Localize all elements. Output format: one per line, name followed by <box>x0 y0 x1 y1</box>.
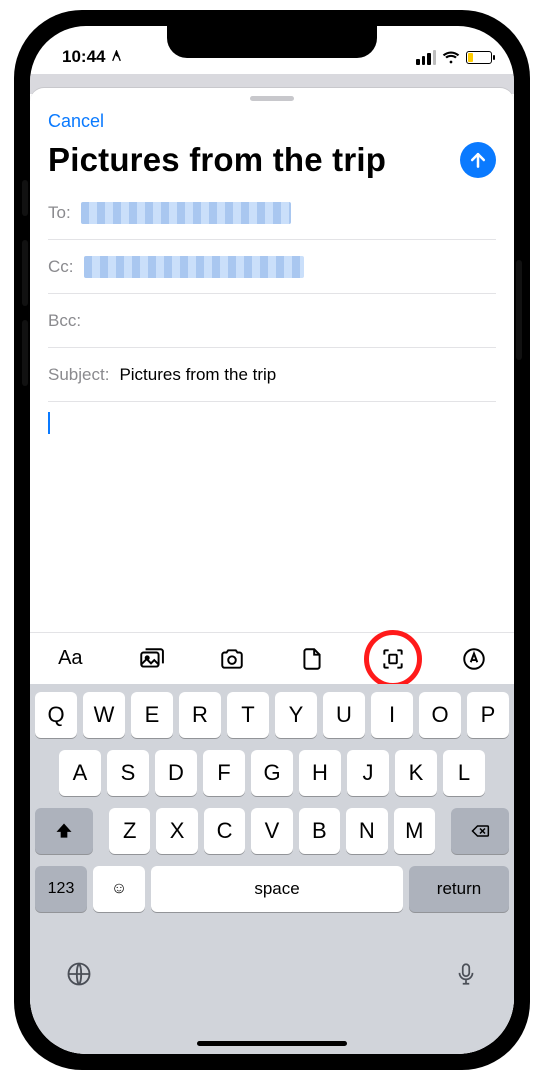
compose-title: Pictures from the trip <box>48 142 450 178</box>
key-h[interactable]: H <box>299 750 341 796</box>
shift-key[interactable] <box>35 808 93 854</box>
markup-button[interactable] <box>451 636 497 682</box>
return-key[interactable]: return <box>409 866 509 912</box>
compose-sheet: Cancel Pictures from the trip To: Cc: <box>30 88 514 1054</box>
cc-value-redacted <box>84 256 304 278</box>
key-e[interactable]: E <box>131 692 173 738</box>
subject-field[interactable]: Subject: Pictures from the trip <box>48 348 496 402</box>
keyboard: QWERTYUIOP ASDFGHJKL ZXCVBNM 123 ☺ <box>30 684 514 1054</box>
to-value-redacted <box>81 202 291 224</box>
key-x[interactable]: X <box>156 808 197 854</box>
key-z[interactable]: Z <box>109 808 150 854</box>
dictation-icon[interactable] <box>453 961 479 987</box>
scan-document-button[interactable] <box>370 636 416 682</box>
phone-frame: 10:44 Cancel Pictures from the trip <box>14 10 530 1070</box>
cancel-button[interactable]: Cancel <box>48 111 104 132</box>
key-k[interactable]: K <box>395 750 437 796</box>
attach-file-button[interactable] <box>289 636 335 682</box>
key-m[interactable]: M <box>394 808 435 854</box>
battery-icon <box>466 51 492 64</box>
key-p[interactable]: P <box>467 692 509 738</box>
sheet-grabber[interactable] <box>250 96 294 101</box>
to-field[interactable]: To: <box>48 186 496 240</box>
key-g[interactable]: G <box>251 750 293 796</box>
status-time: 10:44 <box>62 47 123 67</box>
shift-icon <box>54 821 74 841</box>
cc-label: Cc: <box>48 257 74 277</box>
arrow-up-icon <box>468 150 488 170</box>
key-r[interactable]: R <box>179 692 221 738</box>
send-button[interactable] <box>460 142 496 178</box>
key-y[interactable]: Y <box>275 692 317 738</box>
text-cursor <box>48 412 50 434</box>
volume-up <box>22 240 28 306</box>
subject-label: Subject: <box>48 365 109 385</box>
cell-signal-icon <box>416 50 436 65</box>
bcc-field[interactable]: Bcc: <box>48 294 496 348</box>
key-l[interactable]: L <box>443 750 485 796</box>
mute-switch <box>22 180 28 216</box>
key-t[interactable]: T <box>227 692 269 738</box>
format-toolbar: Aa <box>30 632 514 684</box>
to-label: To: <box>48 203 71 223</box>
key-a[interactable]: A <box>59 750 101 796</box>
emoji-key[interactable]: ☺ <box>93 866 145 912</box>
globe-icon[interactable] <box>65 960 93 988</box>
volume-down <box>22 320 28 386</box>
wifi-icon <box>442 48 460 66</box>
camera-button[interactable] <box>209 636 255 682</box>
notch <box>167 26 377 58</box>
key-w[interactable]: W <box>83 692 125 738</box>
key-s[interactable]: S <box>107 750 149 796</box>
key-n[interactable]: N <box>346 808 387 854</box>
key-b[interactable]: B <box>299 808 340 854</box>
key-v[interactable]: V <box>251 808 292 854</box>
backspace-key[interactable] <box>451 808 509 854</box>
key-o[interactable]: O <box>419 692 461 738</box>
home-indicator[interactable] <box>197 1041 347 1046</box>
power-button <box>516 260 522 360</box>
space-key[interactable]: space <box>151 866 403 912</box>
key-f[interactable]: F <box>203 750 245 796</box>
bcc-label: Bcc: <box>48 311 81 331</box>
photo-library-button[interactable] <box>128 636 174 682</box>
cc-field[interactable]: Cc: <box>48 240 496 294</box>
backspace-icon <box>468 821 492 841</box>
key-c[interactable]: C <box>204 808 245 854</box>
key-j[interactable]: J <box>347 750 389 796</box>
key-u[interactable]: U <box>323 692 365 738</box>
numbers-key[interactable]: 123 <box>35 866 87 912</box>
key-q[interactable]: Q <box>35 692 77 738</box>
text-format-button[interactable]: Aa <box>47 636 93 682</box>
key-i[interactable]: I <box>371 692 413 738</box>
key-d[interactable]: D <box>155 750 197 796</box>
message-body[interactable] <box>30 402 514 444</box>
subject-value: Pictures from the trip <box>119 365 276 385</box>
